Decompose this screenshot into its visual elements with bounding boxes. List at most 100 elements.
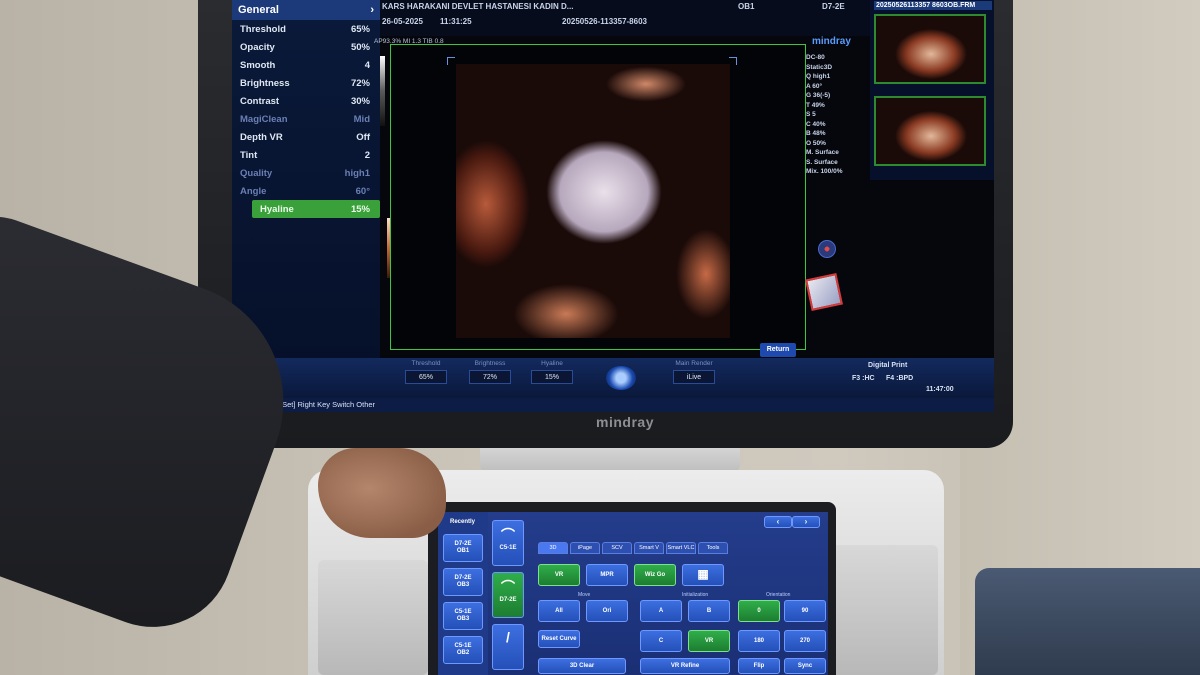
control-value-main-render[interactable]: iLive: [673, 370, 715, 384]
control-value-brightness[interactable]: 72%: [469, 370, 511, 384]
preset-button[interactable]: C5-1E OB3: [443, 602, 483, 630]
roi-corner-tr: [729, 57, 737, 65]
return-button[interactable]: Return: [760, 343, 796, 357]
probe-label-1: C5-1E: [499, 545, 517, 551]
param-label: Angle: [240, 185, 267, 197]
acquisition-stat: S. Surface: [806, 158, 838, 166]
param-value: 4: [364, 59, 370, 71]
probe-label-2: D7-2E: [499, 597, 517, 603]
prev-page-button[interactable]: ‹: [764, 516, 792, 528]
rotate-0-button[interactable]: 0: [738, 600, 780, 622]
param-label: Depth VR: [240, 131, 283, 143]
probe-button-1[interactable]: ⌒ C5-1E: [492, 520, 524, 566]
tab-3d[interactable]: 3D: [538, 542, 568, 554]
preset-exam-label: OB1: [456, 548, 470, 554]
param-row-contrast[interactable]: Contrast 30%: [232, 92, 380, 110]
probe-button-3[interactable]: /: [492, 624, 524, 670]
exam-time: 11:31:25: [440, 17, 472, 26]
all-button[interactable]: All: [538, 600, 580, 622]
tab-ipage[interactable]: iPage: [570, 542, 600, 554]
exam-id: 20250526-113357-8603: [562, 17, 647, 26]
acquisition-stat: G 36(-5): [806, 92, 831, 99]
control-label-main-render: Main Render: [675, 360, 713, 367]
param-label: Threshold: [240, 23, 286, 35]
param-row-quality[interactable]: Quality high1: [232, 164, 380, 182]
next-page-button[interactable]: ›: [792, 516, 820, 528]
console-side-left: [318, 560, 428, 675]
param-value: 2: [364, 149, 370, 161]
tab-tools[interactable]: Tools: [698, 542, 728, 554]
preset-button[interactable]: D7-2E OB3: [443, 568, 483, 596]
param-row-angle[interactable]: Angle 60°: [232, 182, 380, 200]
acquisition-stat: C 40%: [806, 120, 826, 128]
reset-curve-button[interactable]: Reset Curve: [538, 630, 580, 648]
a-plane-button[interactable]: A: [640, 600, 682, 622]
sync-button[interactable]: Sync: [784, 658, 826, 674]
acquisition-stat: S 5: [806, 111, 816, 118]
param-value: 30%: [350, 95, 370, 107]
vr-plane-button[interactable]: VR: [688, 630, 730, 652]
panel-header[interactable]: General ›: [232, 0, 380, 20]
param-label: Smooth: [240, 59, 276, 71]
3d-clear-button[interactable]: 3D Clear: [538, 658, 626, 674]
acquisition-stat: Mix. 100/0%: [806, 168, 843, 175]
preset-probe-label: D7-2E: [454, 575, 472, 582]
control-value-threshold[interactable]: 65%: [405, 370, 447, 384]
vr-mode-button[interactable]: VR: [538, 564, 580, 586]
vr-refine-button[interactable]: VR Refine: [640, 658, 730, 674]
exam-date: 26-05-2025: [382, 17, 423, 26]
flip-button[interactable]: Flip: [738, 658, 780, 674]
param-row-brightness[interactable]: Brightness 72%: [232, 74, 380, 92]
control-label-threshold: Threshold: [411, 360, 441, 367]
monitor-brand-logo: mindray: [596, 414, 654, 430]
probe-icon: /: [506, 629, 510, 645]
recently-label: Recently: [450, 519, 476, 525]
system-clock: 11:47:00: [926, 386, 954, 393]
acquisition-stat: M. Surface: [806, 149, 839, 156]
thumbnail-image-2[interactable]: [874, 96, 986, 166]
param-row-smooth[interactable]: Smooth 4: [232, 56, 380, 74]
caption-initialization: Initialization: [682, 592, 709, 598]
rotate-90-button[interactable]: 90: [784, 600, 826, 622]
touch-panel-frame: Recently D7-2E OB1 D7-2E OB3 C5-1E OB3 C5-1E OB…: [428, 502, 836, 675]
acquisition-stat: Static3D: [806, 63, 833, 71]
control-strip: Threshold 65% Brightness 72% Hyaline 15%…: [232, 358, 994, 398]
b-plane-button[interactable]: B: [688, 600, 730, 622]
panel-title: General: [238, 4, 279, 16]
tab-smart-vlc[interactable]: Smart VLC: [666, 542, 696, 554]
mpr-button[interactable]: MPR: [586, 564, 628, 586]
thumbnail-image-1[interactable]: [874, 14, 986, 84]
touch-screen: Recently D7-2E OB1 D7-2E OB3 C5-1E OB3 C5-1E OB…: [438, 512, 828, 675]
param-value: 65%: [350, 23, 370, 35]
orientation-cube-icon[interactable]: [805, 273, 843, 311]
acquisition-stat: Q high1: [806, 73, 831, 80]
param-row-threshold[interactable]: Threshold 65%: [232, 20, 380, 38]
param-label: Opacity: [240, 41, 275, 53]
digital-print-label[interactable]: Digital Print: [868, 362, 907, 369]
tab-scv[interactable]: SCV: [602, 542, 632, 554]
preset-button[interactable]: D7-2E OB1: [443, 534, 483, 562]
orientation-icon[interactable]: [818, 240, 836, 258]
param-row-depth-vr[interactable]: Depth VR Off: [232, 128, 380, 146]
hospital-name: KARS HARAKANI DEVLET HASTANESI KADIN D..…: [382, 2, 574, 11]
param-row-tint[interactable]: Tint 2: [232, 146, 380, 164]
param-label: Quality: [240, 167, 273, 179]
param-row-magiclean[interactable]: MagiClean Mid: [232, 110, 380, 128]
control-label-hyaline: Hyaline: [541, 360, 563, 367]
param-row-opacity[interactable]: Opacity 50%: [232, 38, 380, 56]
wiz-go-button[interactable]: Wiz Go: [634, 564, 676, 586]
thumbnail-strip: 20250526113357 8603OB.FRM: [870, 0, 994, 180]
control-value-hyaline[interactable]: 15%: [531, 370, 573, 384]
probe-button-2[interactable]: ⌒ D7-2E: [492, 572, 524, 618]
rotate-270-button[interactable]: 270: [784, 630, 826, 652]
layout-grid-icon[interactable]: ▦: [682, 564, 724, 586]
rotate-180-button[interactable]: 180: [738, 630, 780, 652]
preset-button[interactable]: C5-1E OB2: [443, 636, 483, 664]
trackball-knob-icon[interactable]: [606, 366, 636, 390]
tab-smart-v[interactable]: Smart V: [634, 542, 664, 554]
param-row-hyaline[interactable]: Hyaline 15%: [252, 200, 380, 218]
ori-button[interactable]: Ori: [586, 600, 628, 622]
c-plane-button[interactable]: C: [640, 630, 682, 652]
param-value: 72%: [350, 77, 370, 89]
chevron-right-icon: ›: [370, 4, 374, 16]
